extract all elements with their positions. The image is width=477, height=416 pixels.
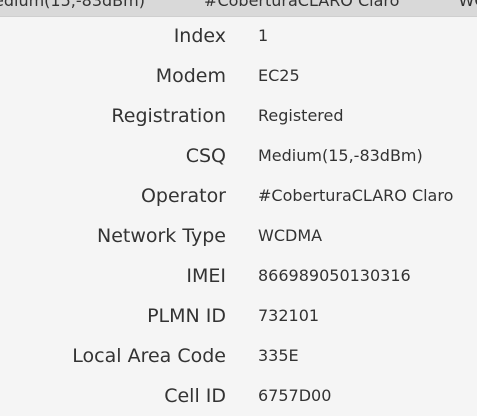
detail-row-csq: CSQ Medium(15,-83dBm) [0,136,477,176]
cell-id-value: 6757D00 [258,386,332,405]
previous-row-operator: #CoberturaCLARO Claro [204,0,400,10]
registration-value: Registered [258,106,344,125]
detail-row-network-type: Network Type WCDMA [0,216,477,256]
csq-value: Medium(15,-83dBm) [258,146,423,165]
registration-label: Registration [111,105,226,127]
imei-label: IMEI [186,265,226,287]
detail-row-cell-id: Cell ID 6757D00 [0,376,477,416]
previous-row-strip: edium(15,-83dBm) #CoberturaCLARO Claro W… [0,0,477,17]
network-type-label: Network Type [96,225,226,247]
operator-label: Operator [140,185,226,207]
modem-value: EC25 [258,66,300,85]
detail-row-local-area-code: Local Area Code 335E [0,336,477,376]
operator-value: #CoberturaCLARO Claro [258,186,454,205]
imei-value: 866989050130316 [258,266,411,285]
detail-row-plmn-id: PLMN ID 732101 [0,296,477,336]
index-value: 1 [258,26,269,45]
modem-label: Modem [155,65,226,87]
previous-row-csq: edium(15,-83dBm) [0,0,145,10]
detail-row-registration: Registration Registered [0,96,477,136]
detail-row-imei: IMEI 866989050130316 [0,256,477,296]
modem-details-panel: Index 1 Modem EC25 Registration Register… [0,16,477,412]
detail-row-index: Index 1 [0,16,477,56]
plmn-id-label: PLMN ID [147,305,226,327]
csq-label: CSQ [185,145,226,167]
local-area-code-label: Local Area Code [72,345,226,367]
plmn-id-value: 732101 [258,306,320,325]
index-label: Index [173,25,226,47]
cell-id-label: Cell ID [164,385,226,407]
network-type-value: WCDMA [258,226,323,245]
previous-row-text: edium(15,-83dBm) #CoberturaCLARO Claro W… [0,0,477,10]
detail-row-operator: Operator #CoberturaCLARO Claro [0,176,477,216]
previous-row-network-type: WCDMA [458,0,477,10]
local-area-code-value: 335E [258,346,299,365]
detail-row-modem: Modem EC25 [0,56,477,96]
